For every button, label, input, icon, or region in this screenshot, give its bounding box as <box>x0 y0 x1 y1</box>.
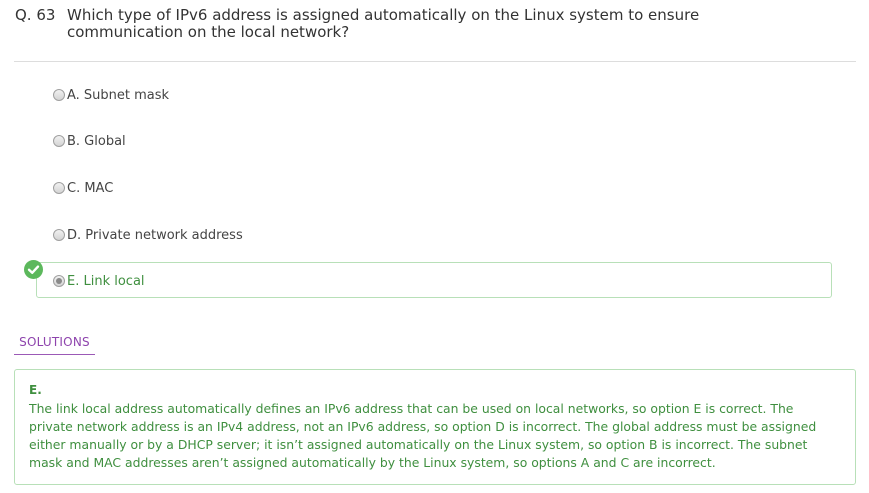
check-circle-icon <box>24 260 43 279</box>
option-c[interactable]: C. MAC <box>53 179 113 197</box>
option-label: A. Subnet mask <box>67 87 170 103</box>
radio-icon[interactable] <box>53 229 65 241</box>
divider <box>14 61 856 62</box>
radio-icon[interactable] <box>53 135 65 147</box>
option-label: D. Private network address <box>67 227 243 243</box>
option-label: E. Link local <box>67 273 145 289</box>
option-b[interactable]: B. Global <box>53 132 126 150</box>
question-number: Q. 63 <box>15 6 56 24</box>
radio-icon[interactable] <box>53 182 65 194</box>
option-label: C. MAC <box>67 180 114 196</box>
solution-panel: E. The link local address automatically … <box>14 369 856 485</box>
solution-answer: E. <box>29 383 42 397</box>
radio-icon[interactable] <box>53 89 65 101</box>
option-d[interactable]: D. Private network address <box>53 226 243 244</box>
solution-explanation: The link local address automatically def… <box>29 401 817 470</box>
option-e[interactable]: E. Link local <box>53 272 145 290</box>
correct-option-box <box>36 262 832 298</box>
tab-solutions[interactable]: SOLUTIONS <box>14 333 95 355</box>
question-text: Which type of IPv6 address is assigned a… <box>67 6 700 41</box>
radio-selected-icon[interactable] <box>53 275 65 287</box>
option-a[interactable]: A. Subnet mask <box>53 86 169 104</box>
option-label: B. Global <box>67 133 126 149</box>
